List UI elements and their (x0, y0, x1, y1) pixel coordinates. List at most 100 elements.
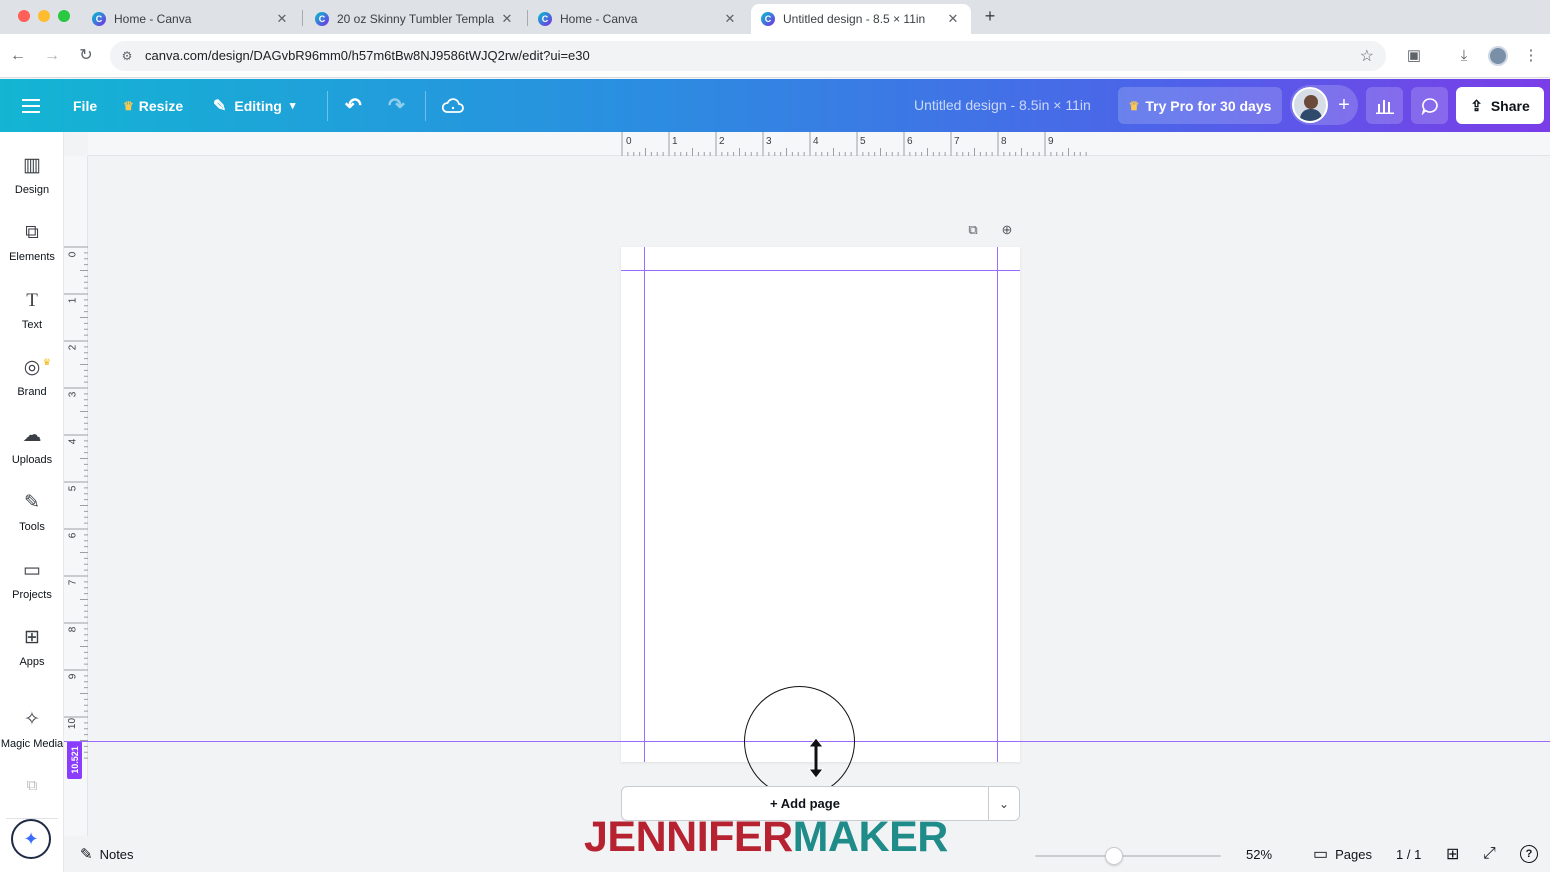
share-button[interactable]: ⇪ Share (1456, 87, 1544, 124)
close-tab-icon[interactable]: ✕ (499, 11, 515, 27)
sidebar-item-label: Apps (19, 656, 45, 668)
sidebar-item-projects[interactable]: ▭ Projects (0, 559, 64, 619)
insights-button[interactable] (1366, 87, 1403, 124)
browser-tab-active[interactable]: C Untitled design - 8.5 × 11in ✕ (751, 4, 971, 34)
add-page-icon[interactable]: ⊕ (997, 220, 1017, 240)
close-window-button[interactable] (18, 10, 30, 22)
projects-icon: ▭ (23, 560, 41, 581)
back-button[interactable]: ← (6, 44, 30, 68)
sidebar-item-elements[interactable]: ⧉ Elements (0, 221, 64, 281)
editing-label: Editing (234, 97, 282, 114)
cloud-save-icon[interactable] (442, 79, 464, 132)
browser-tab[interactable]: C Home - Canva ✕ (82, 4, 300, 34)
pages-button[interactable]: ▭ Pages (1313, 836, 1372, 872)
ruler-tick-label: 4 (813, 136, 819, 147)
grid-view-icon[interactable]: ⊞ (1446, 836, 1459, 872)
ruler-tick-label: 3 (766, 136, 772, 147)
maximize-window-button[interactable] (58, 10, 70, 22)
browser-tab-strip: C Home - Canva ✕ C 20 oz Skinny Tumbler … (0, 0, 1550, 34)
tab-label: 20 oz Skinny Tumbler Templa (337, 12, 495, 26)
ruler-tick-label: 6 (907, 136, 913, 147)
watermark-part1: JENNIFER (584, 813, 793, 861)
media-icon[interactable]: ▣ (1404, 46, 1424, 66)
ruler-tick-label: 3 (67, 391, 79, 398)
zoom-slider-track[interactable] (1035, 855, 1221, 857)
vertical-ruler[interactable]: 0 1 2 3 4 5 6 7 8 9 10 (64, 156, 88, 836)
tab-label: Home - Canva (114, 12, 192, 26)
text-icon: T (26, 290, 38, 311)
address-bar[interactable]: ⚙ canva.com/design/DAGvbR96mm0/h57m6tBw8… (110, 41, 1386, 71)
sidebar-item-text[interactable]: T Text (0, 289, 64, 349)
design-page[interactable] (621, 247, 1020, 762)
sidebar-item-label: Text (21, 319, 43, 331)
sidebar-item-apps[interactable]: ⊞ Apps (0, 626, 64, 686)
apps-icon: ⊞ (24, 627, 40, 648)
ruler-tick-label: 0 (67, 251, 79, 258)
reload-button[interactable]: ↻ (74, 44, 98, 68)
browser-tab[interactable]: C 20 oz Skinny Tumbler Templa ✕ (305, 4, 525, 34)
editing-mode-dropdown[interactable]: ✎ Editing ▾ (213, 79, 295, 132)
canva-header: File ♛ Resize ✎ Editing ▾ ↶ ↷ Untitled d… (0, 79, 1550, 132)
pages-label: Pages (1335, 846, 1372, 862)
notes-button[interactable]: ✎ Notes (80, 836, 134, 872)
close-tab-icon[interactable]: ✕ (945, 11, 961, 27)
sidebar-item-label: Brand (17, 386, 47, 398)
close-tab-icon[interactable]: ✕ (722, 11, 738, 27)
ruler-guide-vertical[interactable] (644, 247, 645, 762)
resize-label: Resize (138, 97, 184, 114)
pages-icon: ▭ (1313, 846, 1329, 863)
sidebar-item-tools[interactable]: ✎ Tools (0, 491, 64, 551)
undo-button[interactable]: ↶ (345, 79, 362, 132)
download-icon[interactable]: ⤓ (1454, 46, 1474, 66)
browser-profile-avatar[interactable] (1488, 46, 1508, 66)
collaborators-group: + (1290, 85, 1358, 125)
design-title[interactable]: Untitled design - 8.5in × 11in (914, 97, 1091, 113)
ruler-tick-label: 5 (67, 485, 79, 492)
bookmark-star-icon[interactable]: ☆ (1360, 46, 1374, 66)
elements-icon: ⧉ (25, 222, 39, 243)
help-icon[interactable]: ? (1520, 836, 1538, 872)
close-tab-icon[interactable]: ✕ (274, 11, 290, 27)
sidebar-item-uploads[interactable]: ☁ Uploads (0, 424, 64, 484)
new-tab-button[interactable]: + (980, 6, 1000, 26)
sidebar-item-brand[interactable]: ◎ ♛ Brand (0, 356, 64, 416)
browser-menu-icon[interactable]: ⋮ (1521, 46, 1541, 66)
file-label: File (73, 97, 98, 114)
forward-button[interactable]: → (40, 44, 64, 68)
comments-button[interactable] (1411, 87, 1448, 124)
canva-assistant-button[interactable]: ✦ (11, 819, 51, 859)
page-count: 1 / 1 (1396, 846, 1422, 862)
minimize-window-button[interactable] (38, 10, 50, 22)
fullscreen-icon[interactable]: ⤢ (1483, 836, 1496, 872)
resize-button[interactable]: ♛ Resize (123, 79, 183, 132)
ruler-guide-horizontal[interactable] (621, 270, 1020, 271)
sidebar-item-design[interactable]: ▥ Design (0, 154, 64, 214)
pencil-icon: ✎ (213, 97, 227, 115)
uploads-icon: ☁ (22, 425, 42, 446)
user-avatar[interactable] (1292, 87, 1328, 123)
try-pro-label: Try Pro for 30 days (1145, 97, 1272, 114)
left-sidebar: ▥ Design ⧉ Elements T Text ◎ ♛ Brand ☁ Up… (0, 132, 64, 872)
browser-tab[interactable]: C Home - Canva ✕ (528, 4, 748, 34)
redo-button[interactable]: ↷ (388, 79, 405, 132)
add-page-options-button[interactable]: ⌄ (988, 786, 1020, 821)
horizontal-ruler[interactable]: 0 1 2 3 4 5 6 7 8 9 (88, 132, 1550, 156)
main-menu-icon[interactable] (22, 79, 40, 132)
ruler-tick-label: 10 (67, 717, 79, 730)
sidebar-item-magic-media[interactable]: ✧ Magic Media (0, 708, 64, 768)
canva-favicon-icon: C (315, 12, 329, 26)
duplicate-page-icon[interactable]: ⧉ (963, 220, 983, 240)
more-apps-icon[interactable]: ⧉ (22, 777, 42, 797)
try-pro-button[interactable]: ♛ Try Pro for 30 days (1118, 87, 1282, 124)
sidebar-item-label: Magic Media (0, 738, 64, 750)
file-menu-button[interactable]: File (73, 79, 97, 132)
zoom-slider-handle[interactable] (1105, 847, 1123, 865)
zoom-percent[interactable]: 52% (1246, 836, 1272, 872)
site-settings-icon[interactable]: ⚙ (118, 47, 136, 65)
add-collaborator-icon[interactable]: + (1332, 93, 1356, 117)
chevron-down-icon: ⌄ (998, 796, 1010, 811)
ruler-tick-label: 4 (67, 438, 79, 445)
ruler-guide-vertical[interactable] (997, 247, 998, 762)
url-text[interactable]: canva.com/design/DAGvbR96mm0/h57m6tBw8NJ… (145, 48, 590, 63)
notes-icon: ✎ (80, 846, 93, 863)
